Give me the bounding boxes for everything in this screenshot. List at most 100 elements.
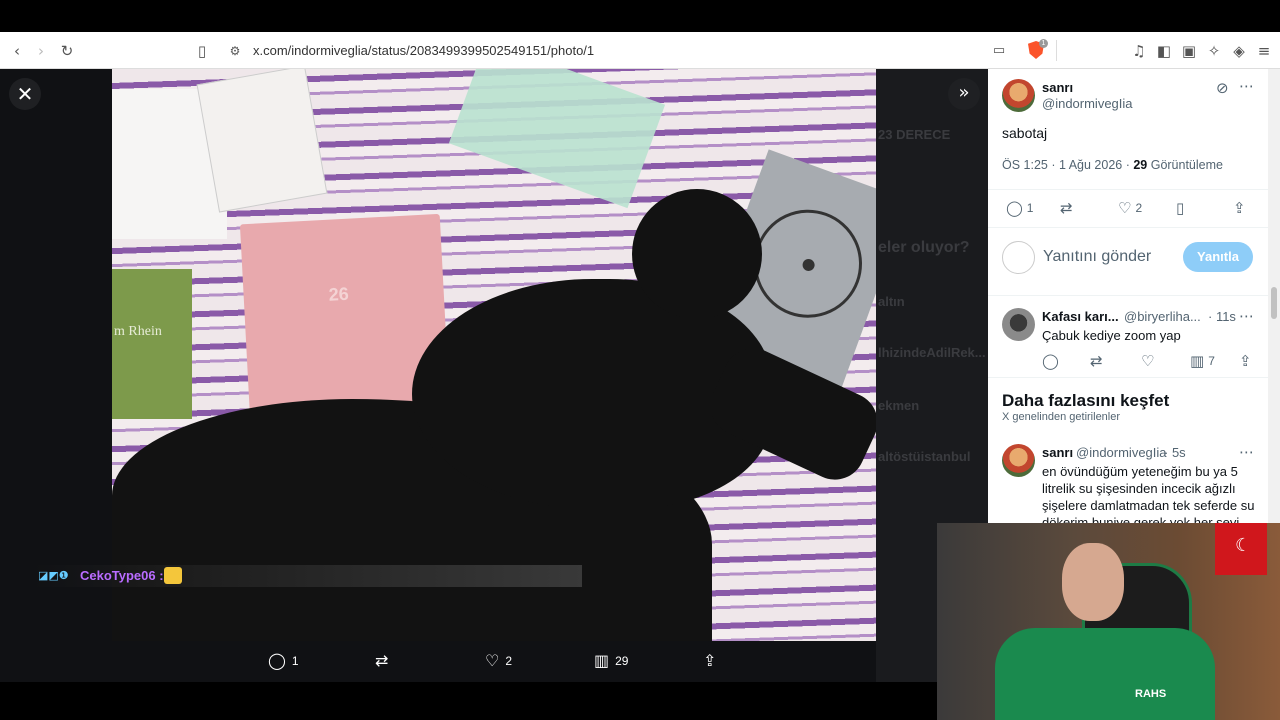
sidebar-icon[interactable]: ◧ [1155,32,1173,69]
reply-like-button[interactable]: ♡ [1141,352,1154,370]
chat-emote-icon [164,567,182,584]
views-icon: ▥ [594,651,610,670]
share-button[interactable]: ⇪ [1233,199,1246,217]
expand-panel-button[interactable]: » [948,78,980,110]
reply-share-button[interactable]: ⇪ [1239,352,1252,370]
site-info-icon[interactable]: ⚙ [227,32,243,69]
reply-icon: ◯ [268,651,286,670]
repost-icon: ⇄ [1060,199,1073,217]
forward-arrow-icon[interactable]: › [32,32,50,69]
views-icon: ▥ [1190,352,1205,370]
wallet-icon[interactable]: ▣ [1180,32,1198,69]
reply-reply-button[interactable]: ◯ [1042,352,1059,370]
share-icon: ⇪ [703,651,717,670]
tweet-photo[interactable]: m Rhein 26 [112,69,876,641]
bookmark-icon[interactable]: ▯ [194,32,210,69]
more-icon[interactable]: ⋯ [1239,307,1254,325]
explore-subtitle: X genelinden getirilenler [1002,411,1121,423]
ghost-text: altöstüistanbul [878,449,971,464]
avatar[interactable] [1002,308,1035,341]
share-icon: ⇪ [1239,352,1252,370]
reply-icon: ◯ [1006,199,1023,217]
close-button[interactable]: ✕ [9,78,41,110]
explore-title: Daha fazlasını keşfet [1002,391,1170,410]
reply-text: Çabuk kediye zoom yap [1042,328,1181,343]
divider [988,377,1268,378]
photo-viewer: 23 DERECE eler oluyor? altın lhizindeAdi… [0,69,988,682]
stream-chat-message: ◪◩❶ CekoType06 : [36,565,582,587]
avatar[interactable] [1002,79,1035,112]
cat-head [632,189,762,319]
bookmark-button[interactable]: ▯ [1176,199,1184,217]
streamer-head [1062,543,1124,621]
tweet-text: sabotaj [1002,125,1048,141]
ghost-text: lhizindeAdilRek... [878,345,986,360]
vpn-icon[interactable]: ◈ [1230,32,1248,69]
reply-repost-button[interactable]: ⇄ [1090,352,1103,370]
music-icon[interactable]: ♫ [1130,32,1148,69]
pencil-pouch [448,69,666,209]
viewer-views-button[interactable]: ▥ 29 [594,651,628,670]
panel-scrollbar[interactable] [1268,69,1280,523]
ghost-text: 23 DERECE [878,127,951,142]
suggested-author-name[interactable]: sanrı [1042,445,1073,460]
share-icon: ⇪ [1233,199,1246,217]
repost-button[interactable]: ⇄ [1060,199,1073,217]
back-arrow-icon[interactable]: ‹ [8,32,26,69]
reply-time[interactable]: · 11s [1208,309,1236,324]
suggested-author-handle[interactable]: @indormivegIia [1076,445,1167,460]
chat-badges-icon: ◪◩❶ [38,569,69,582]
suggested-text: en övündüğüm yeteneğim bu ya 5 litrelik … [1042,464,1255,523]
chat-username: CekoType06 : [80,568,164,583]
reply-input[interactable]: Yanıtını gönder [1043,248,1151,266]
reply-icon: ◯ [1042,352,1059,370]
toolbar-divider [1056,40,1057,61]
viewer-repost-button[interactable]: ⇄ [375,651,394,670]
brave-badge: 1 [1039,39,1048,48]
heart-icon: ♡ [1118,199,1132,217]
tweet-side-panel: sanrı @indormivegIia ⊘ ⋯ sabotaj ÖS 1:25… [988,69,1280,523]
tweet-meta: ÖS 1:25 · 1 Ağu 2026 · 29 Görüntüleme [1002,158,1223,172]
divider [988,295,1268,296]
leo-ai-icon[interactable]: ✧ [1205,32,1223,69]
streamer-webcam: ☾ RAHS [937,523,1280,720]
green-shirt: RAHS [995,628,1215,720]
bookmark-icon: ▯ [1176,199,1185,217]
cast-icon[interactable]: ▭ [990,32,1008,69]
avatar[interactable] [1002,444,1035,477]
reload-icon[interactable]: ↻ [58,32,76,69]
heart-icon: ♡ [485,651,500,670]
reply-button[interactable]: ◯ 1 [1006,199,1033,217]
url-bar[interactable]: x.com/indormiveglia/status/2083499399502… [253,32,594,69]
author-handle[interactable]: @indormivegIia [1042,96,1133,111]
browser-toolbar: ‹ › ↻ ▯ ⚙ x.com/indormiveglia/status/208… [0,32,1280,69]
green-notebook: m Rhein [112,269,192,419]
reply-submit-button[interactable]: Yanıtla [1183,242,1253,272]
like-button[interactable]: ♡ 2 [1118,199,1142,217]
ghost-text: eler oluyor? [878,239,970,256]
author-name[interactable]: sanrı [1042,80,1073,95]
sticker-sheet [196,69,328,213]
more-icon[interactable]: ⋯ [1239,443,1254,461]
avatar [1002,241,1035,274]
grok-icon[interactable]: ⊘ [1216,79,1229,97]
repost-icon: ⇄ [1090,352,1103,370]
viewer-share-button[interactable]: ⇪ [703,651,716,670]
ghost-text: ekmen [878,398,920,413]
repost-icon: ⇄ [375,651,389,670]
menu-icon[interactable]: ≡ [1255,32,1273,69]
viewer-like-button[interactable]: ♡ 2 [485,651,512,670]
turkish-flag: ☾ [1215,523,1267,575]
divider [988,189,1268,190]
divider [988,227,1268,228]
reply-views-button[interactable]: ▥ 7 [1190,352,1215,370]
more-icon[interactable]: ⋯ [1239,77,1254,95]
photo-action-bar: ◯ 1 ⇄ ♡ 2 ▥ 29 ⇪ [0,641,988,682]
heart-icon: ♡ [1141,352,1155,370]
scrollbar-thumb[interactable] [1271,287,1277,319]
reply-author-handle[interactable]: @biryerliha... [1124,309,1201,324]
ghost-text: altın [878,294,905,309]
viewer-reply-button[interactable]: ◯ 1 [268,651,299,670]
suggested-time[interactable]: · 5s [1164,445,1186,460]
reply-author-name[interactable]: Kafası karı... [1042,309,1119,324]
